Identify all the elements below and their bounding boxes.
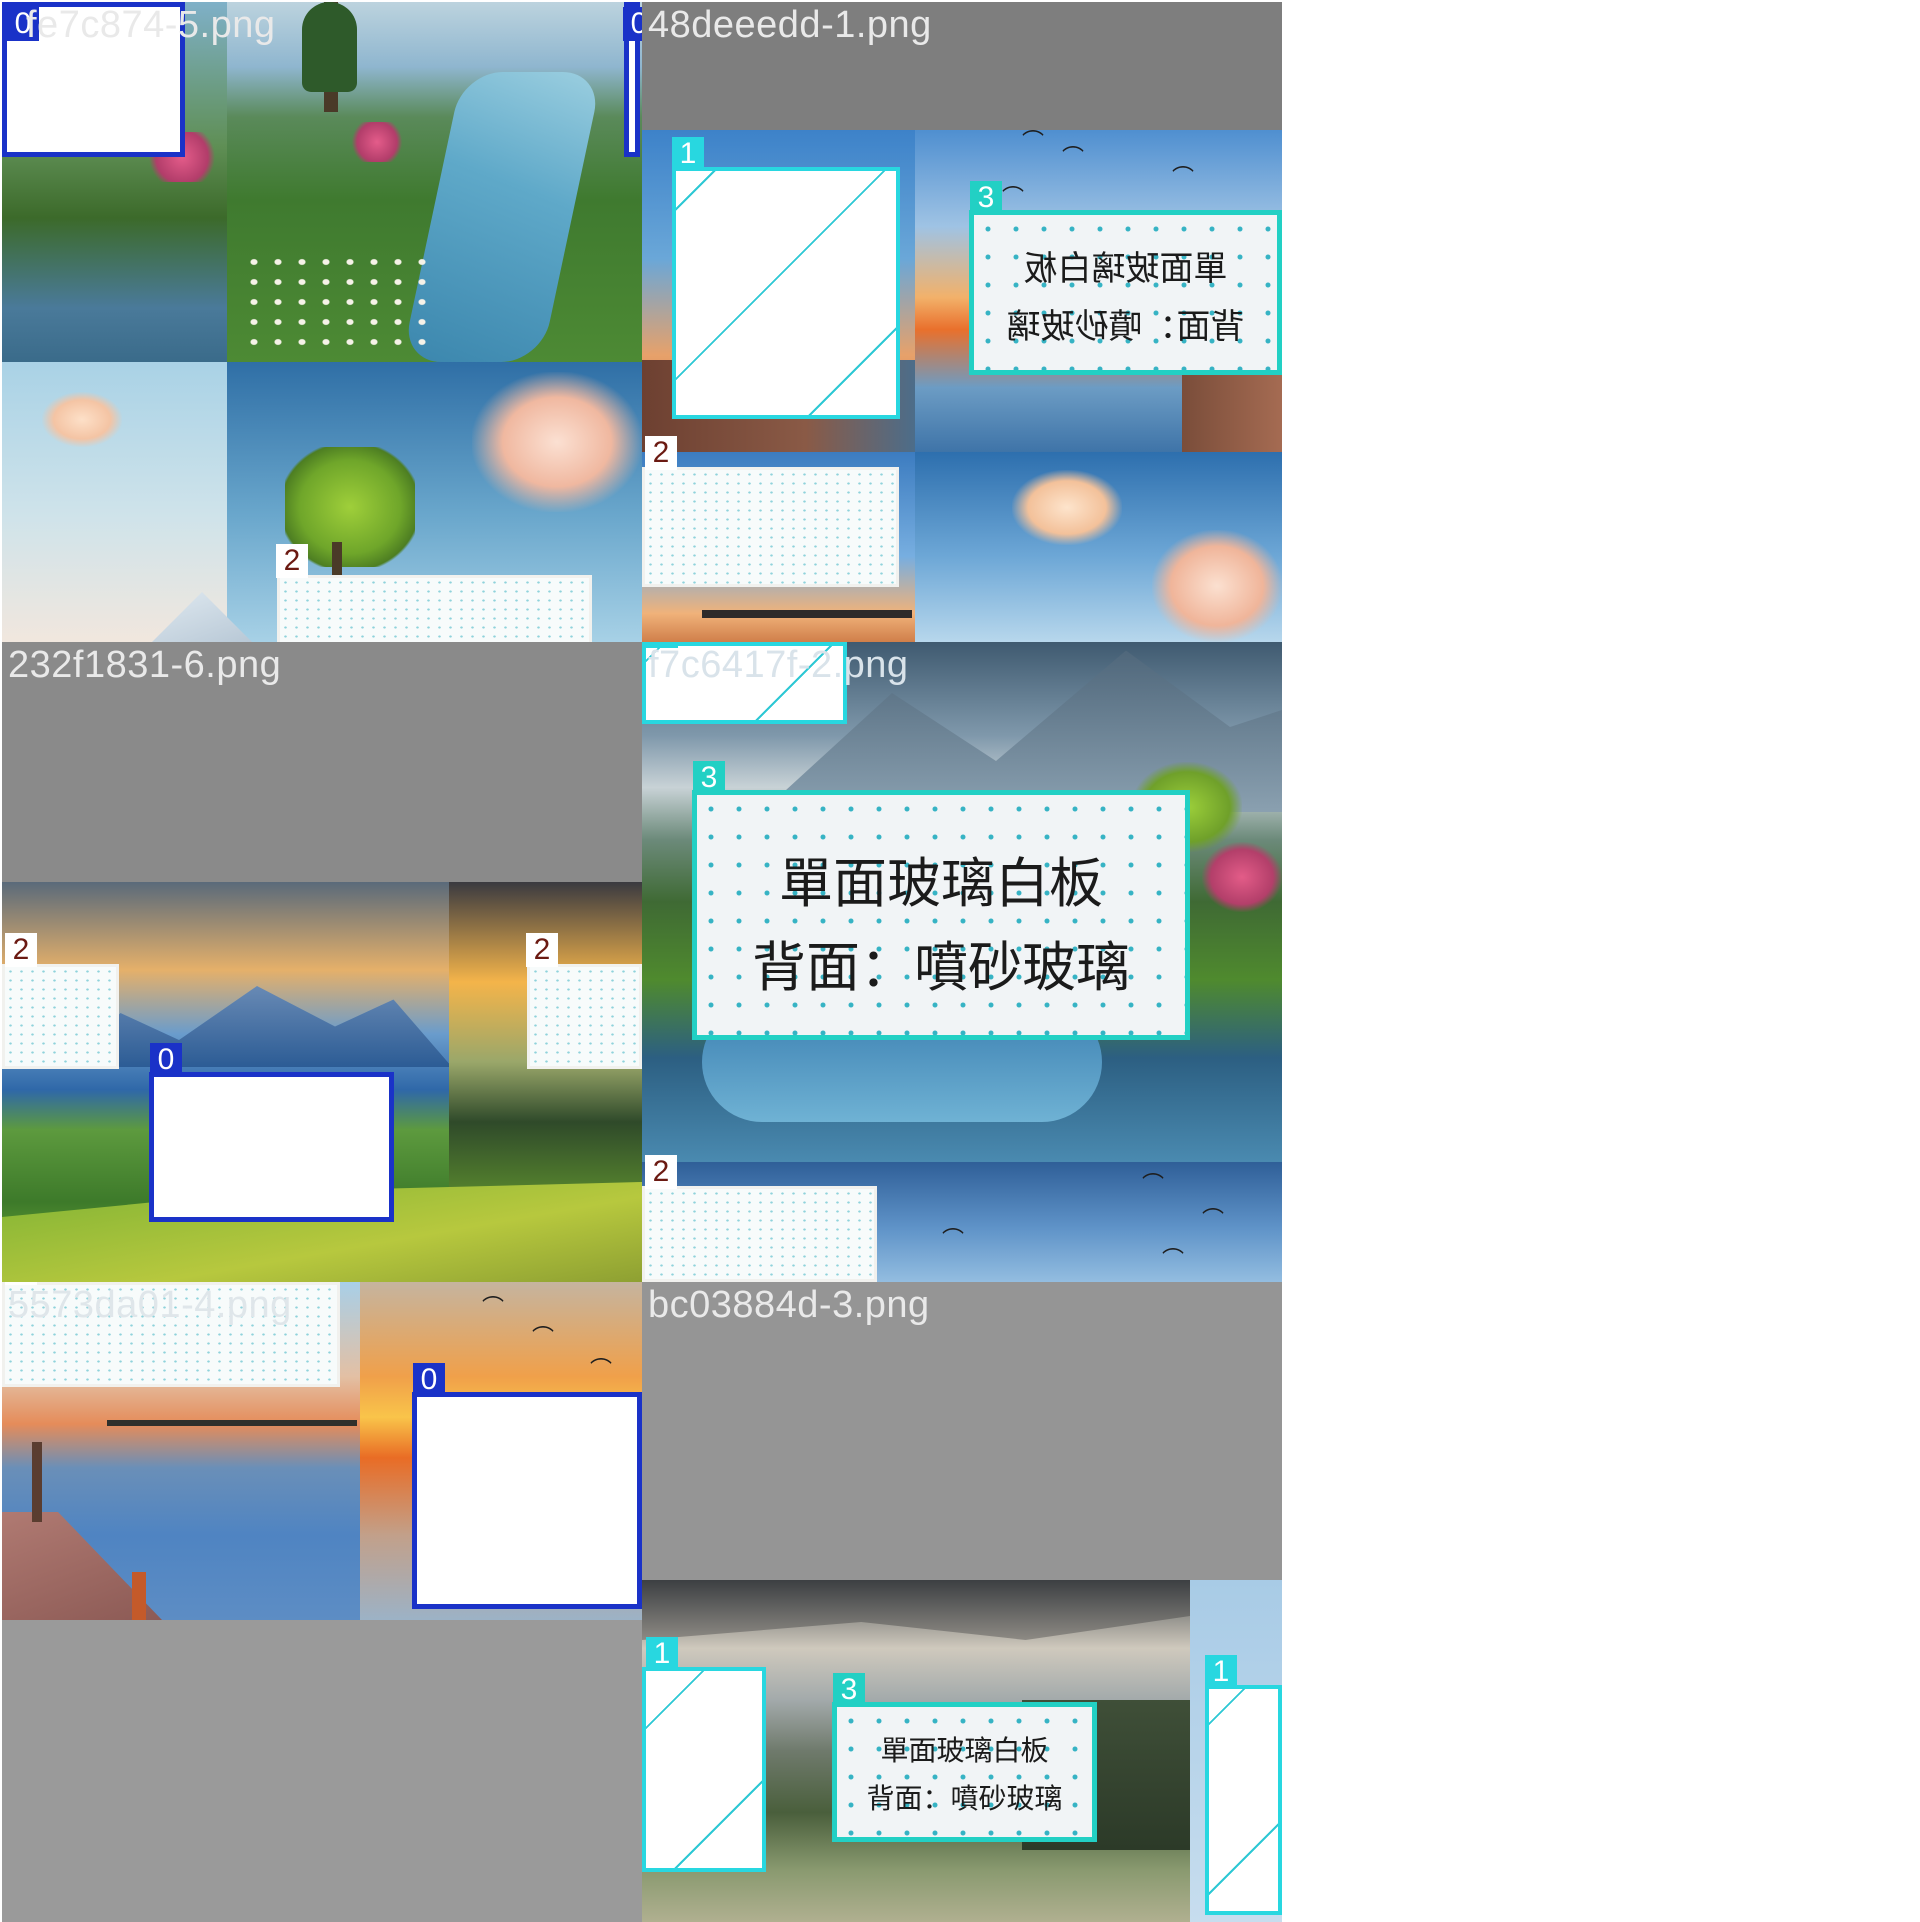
bird-icon: ⌒ — [1022, 130, 1045, 155]
bbox-class-2: 2 — [526, 933, 642, 1069]
sign-line-2: 背面：噴砂玻璃 — [866, 1782, 1063, 1815]
bbox-class-1: 1 — [1205, 1655, 1282, 1915]
tile-2: ⌒ ⌒ ⌒ ⌒ 1 3 單面玻璃白板 背面：噴砂玻璃 2 48deeedd-1.… — [642, 2, 1282, 642]
class-label: 3 — [693, 761, 725, 795]
tile-3: 2 2 0 232f1831-6.png — [2, 642, 642, 1282]
bbox-class-0: 0 — [412, 1363, 642, 1609]
bbox-class-2: 2 — [642, 1155, 877, 1282]
bbox-class-3: 3 單面玻璃白板 背面：噴砂玻璃 — [832, 1673, 1097, 1842]
tile-1: 0 0 2 fe7c874-5.png — [2, 2, 642, 642]
bbox-class-0: 0 — [149, 1043, 394, 1222]
bird-icon: ⌒ — [1162, 1248, 1185, 1273]
bird-icon: ⌒ — [1202, 1208, 1225, 1233]
bird-icon: ⌒ — [1002, 186, 1025, 211]
sign-line-1-mirrored: 單面玻璃白板 — [1023, 249, 1228, 289]
bbox-class-3: 3 單面玻璃白板 背面：噴砂玻璃 — [969, 181, 1282, 375]
mosaic-grid: 0 0 2 fe7c874-5.png ⌒ ⌒ ⌒ ⌒ 1 3 單面玻璃白板 背… — [0, 0, 1284, 1922]
class-label: 1 — [646, 1637, 678, 1671]
bird-icon: ⌒ — [1172, 166, 1195, 191]
tile-filename: bc03884d-3.png — [648, 1284, 930, 1326]
bbox-class-0: 0 — [623, 2, 642, 157]
bird-icon: ⌒ — [590, 1358, 613, 1383]
class-label: 2 — [526, 933, 558, 967]
tile-6: 1 3 單面玻璃白板 背面：噴砂玻璃 1 bc03884d-3.png — [642, 1282, 1282, 1922]
tile-5: ⌒ ⌒ ⌒ 2 0 5573da01-4.png — [2, 1282, 642, 1922]
bbox-class-1: 1 — [642, 1637, 766, 1872]
sign-line-2: 背面：噴砂玻璃 — [752, 936, 1130, 999]
sign-line-1: 單面玻璃白板 — [779, 852, 1103, 915]
bird-icon: ⌒ — [1142, 1173, 1165, 1198]
class-label: 2 — [645, 1155, 677, 1189]
class-label: 2 — [645, 436, 677, 470]
bird-icon: ⌒ — [942, 1228, 965, 1253]
tile-filename: fe7c874-5.png — [26, 4, 276, 46]
tile-filename: f7c6417f-2.png — [648, 644, 909, 686]
tile-filename: 232f1831-6.png — [8, 644, 282, 686]
tile-4: ⌒ ⌒ ⌒ ⌒ 1 3 單面玻璃白板 背面：噴砂玻璃 2 f7c6417f-2.… — [642, 642, 1282, 1282]
tile-filename: 48deeedd-1.png — [648, 4, 932, 46]
class-label: 1 — [1205, 1655, 1237, 1689]
bird-icon: ⌒ — [1062, 146, 1085, 171]
sign-line-1: 單面玻璃白板 — [880, 1734, 1049, 1767]
class-label: 0 — [413, 1363, 445, 1397]
bird-icon: ⌒ — [532, 1326, 555, 1351]
class-label: 0 — [623, 7, 642, 41]
class-label: 1 — [672, 137, 704, 171]
bbox-class-2: 2 — [276, 544, 592, 642]
bbox-class-3: 3 單面玻璃白板 背面：噴砂玻璃 — [692, 761, 1190, 1040]
bbox-class-2: 2 — [642, 436, 899, 587]
bbox-class-1: 1 — [672, 137, 900, 419]
class-label: 0 — [150, 1043, 182, 1077]
bbox-class-2: 2 — [2, 933, 119, 1069]
class-label: 3 — [970, 181, 1002, 215]
class-label: 2 — [5, 933, 37, 967]
tile-filename: 5573da01-4.png — [8, 1284, 292, 1326]
bird-icon: ⌒ — [482, 1296, 505, 1321]
sign-line-2-mirrored: 背面：噴砂玻璃 — [1006, 307, 1245, 347]
class-label: 2 — [276, 544, 308, 578]
class-label: 3 — [833, 1673, 865, 1707]
